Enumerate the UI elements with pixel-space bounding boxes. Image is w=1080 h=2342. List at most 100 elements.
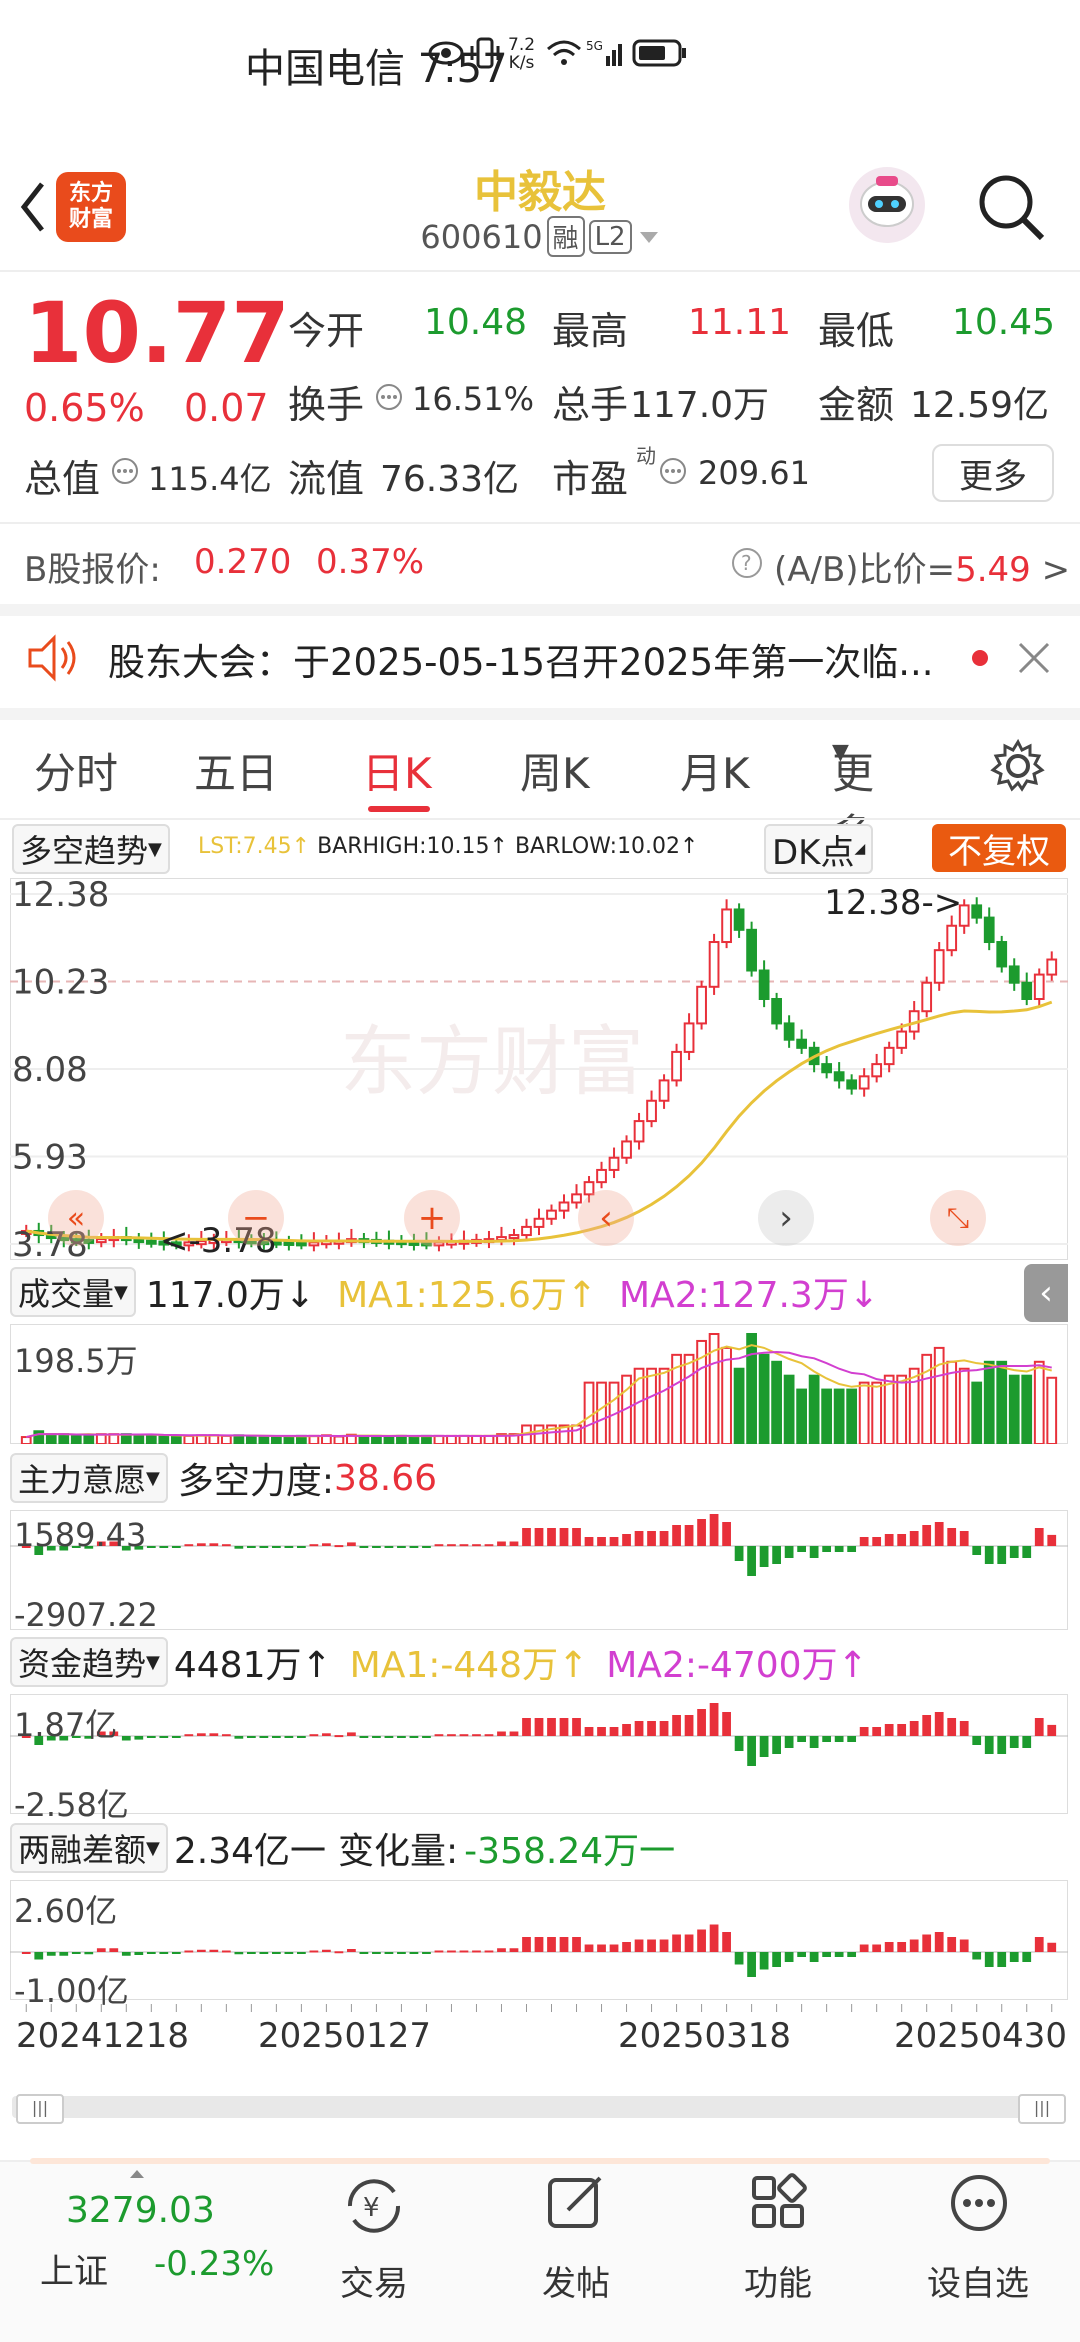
margin-bar — [672, 1934, 681, 1952]
margin-bar — [1022, 1952, 1032, 1962]
force-selector[interactable]: 主力意愿 ▼ — [10, 1453, 168, 1503]
top-bar: 东方 财富 中毅达 600610 融 L2 — [0, 150, 1080, 270]
ab-ratio[interactable]: (A/B)比价=5.49 > — [774, 542, 1070, 591]
margin-bar — [234, 1952, 244, 1955]
force-bar — [422, 1546, 431, 1548]
fund-bar — [772, 1736, 781, 1754]
nav-functions[interactable]: 功能 — [718, 2256, 838, 2305]
volume-chart[interactable] — [10, 1324, 1068, 1444]
volume-bar — [746, 1333, 757, 1444]
nav-trade[interactable]: 交易 — [314, 2256, 434, 2305]
volume-bar — [1033, 1360, 1045, 1444]
more-dots-icon[interactable] — [948, 2172, 1010, 2234]
fund-bar — [984, 1736, 994, 1754]
zoom-out-button[interactable]: − — [228, 1190, 284, 1246]
fund-bar — [634, 1721, 644, 1736]
volume-bar — [233, 1434, 245, 1444]
range-handle-left[interactable]: ||| — [16, 2094, 64, 2124]
margin-chart[interactable] — [10, 1880, 1068, 2000]
margin-bar — [59, 1952, 69, 1956]
nav-add-watchlist[interactable]: 设自选 — [918, 2256, 1038, 2305]
margin-value: 2.34亿一 — [173, 1831, 327, 1872]
margin-bar — [347, 1949, 356, 1952]
fund-bar — [847, 1736, 857, 1742]
force-bar — [259, 1546, 269, 1548]
margin-bar — [422, 1952, 431, 1954]
index-pct[interactable]: -0.23% — [154, 2244, 274, 2284]
volume-bar — [1021, 1374, 1033, 1444]
post-edit-icon[interactable] — [546, 2172, 606, 2232]
info-icon[interactable] — [374, 382, 404, 412]
fund-selector[interactable]: 资金趋势 ▼ — [10, 1637, 168, 1687]
volume-bar — [821, 1388, 833, 1444]
tab-minute[interactable]: 分时 — [34, 740, 118, 801]
fund-bar — [522, 1718, 531, 1736]
margin-bar — [909, 1939, 919, 1952]
fund-bar — [134, 1736, 144, 1740]
signal-icon: 5G — [586, 39, 622, 66]
next-button[interactable]: › — [758, 1190, 814, 1246]
l2-badge: L2 — [588, 219, 632, 254]
force-bar — [772, 1546, 781, 1564]
trade-icon[interactable]: ¥ — [342, 2176, 406, 2236]
range-scrollbar[interactable] — [12, 2096, 1066, 2118]
margin-bar — [972, 1952, 982, 1960]
volume-bar — [958, 1367, 970, 1444]
zoom-in-button[interactable]: + — [404, 1190, 460, 1246]
force-chart[interactable] — [10, 1510, 1068, 1630]
settings-gear-icon[interactable] — [990, 738, 1046, 794]
kline-chart[interactable]: 东方财富 12.3810.238.085.933.7812.38-><-3.78 — [10, 878, 1068, 1260]
tab-monthly-k[interactable]: 月K — [680, 740, 750, 801]
index-name[interactable]: 上证 — [40, 2244, 108, 2293]
fund-bar — [972, 1736, 982, 1745]
fund-bar — [734, 1736, 744, 1751]
index-value[interactable]: 3279.03 — [66, 2190, 215, 2231]
dropdown-icon[interactable] — [638, 229, 660, 245]
dk-point-button[interactable]: DK点 ◢ — [764, 824, 874, 874]
force-bar — [984, 1546, 994, 1564]
fund-bar — [246, 1736, 256, 1738]
prev-button[interactable]: ‹ — [578, 1190, 634, 1246]
adjust-button[interactable]: 不复权 — [932, 824, 1066, 872]
robot-assistant-icon[interactable] — [846, 164, 928, 246]
volume-selector[interactable]: 成交量 ▼ — [10, 1267, 136, 1317]
info-icon[interactable] — [110, 456, 140, 486]
candle-body — [833, 1071, 845, 1082]
margin-bar — [459, 1950, 469, 1953]
collapse-panel-button[interactable]: ‹ — [1024, 1264, 1068, 1322]
watermark: 东方财富 — [340, 1017, 644, 1106]
date-label-3: 20250318 — [618, 2016, 792, 2056]
range-handle-right[interactable]: ||| — [1018, 2094, 1066, 2124]
fund-bar — [234, 1736, 244, 1739]
info-icon[interactable] — [658, 456, 688, 486]
volume-bar — [846, 1388, 858, 1444]
search-icon[interactable] — [976, 172, 1046, 242]
notice-text[interactable]: 股东大会：于2025-05-15召开2025年第一次临... — [108, 632, 968, 686]
scroll-left-button[interactable]: « — [48, 1190, 104, 1246]
fund-bar — [1034, 1718, 1044, 1736]
apps-grid-icon[interactable] — [748, 2172, 808, 2232]
candle-body — [633, 1120, 645, 1143]
volume-bar — [383, 1435, 395, 1444]
tab-weekly-k[interactable]: 周K — [520, 740, 590, 801]
force-bar — [309, 1544, 319, 1547]
indicator-selector[interactable]: 多空趋势 ▼ — [12, 824, 170, 874]
period-tabs: 分时 五日 日K 周K 月K 更多 ▼ — [0, 720, 1080, 859]
fund-bar — [372, 1736, 381, 1738]
fund-bar — [447, 1734, 456, 1737]
fund-bar — [559, 1718, 569, 1736]
more-button[interactable]: 更多 — [932, 444, 1054, 502]
volume-bar — [646, 1367, 657, 1444]
candle-body — [883, 1046, 895, 1066]
close-icon[interactable] — [1016, 640, 1052, 676]
caret-up-icon — [130, 2170, 144, 2178]
volume-bar — [971, 1381, 983, 1444]
margin-selector[interactable]: 两融差额 ▼ — [10, 1823, 168, 1873]
help-icon[interactable]: ? — [730, 546, 764, 580]
nav-post[interactable]: 发帖 — [516, 2256, 636, 2305]
tab-daily-k[interactable]: 日K — [362, 740, 432, 801]
fund-chart[interactable] — [10, 1694, 1068, 1814]
fund-bar — [797, 1736, 807, 1742]
fullscreen-icon[interactable]: ⤡ — [930, 1190, 986, 1246]
tab-five-day[interactable]: 五日 — [194, 740, 278, 801]
